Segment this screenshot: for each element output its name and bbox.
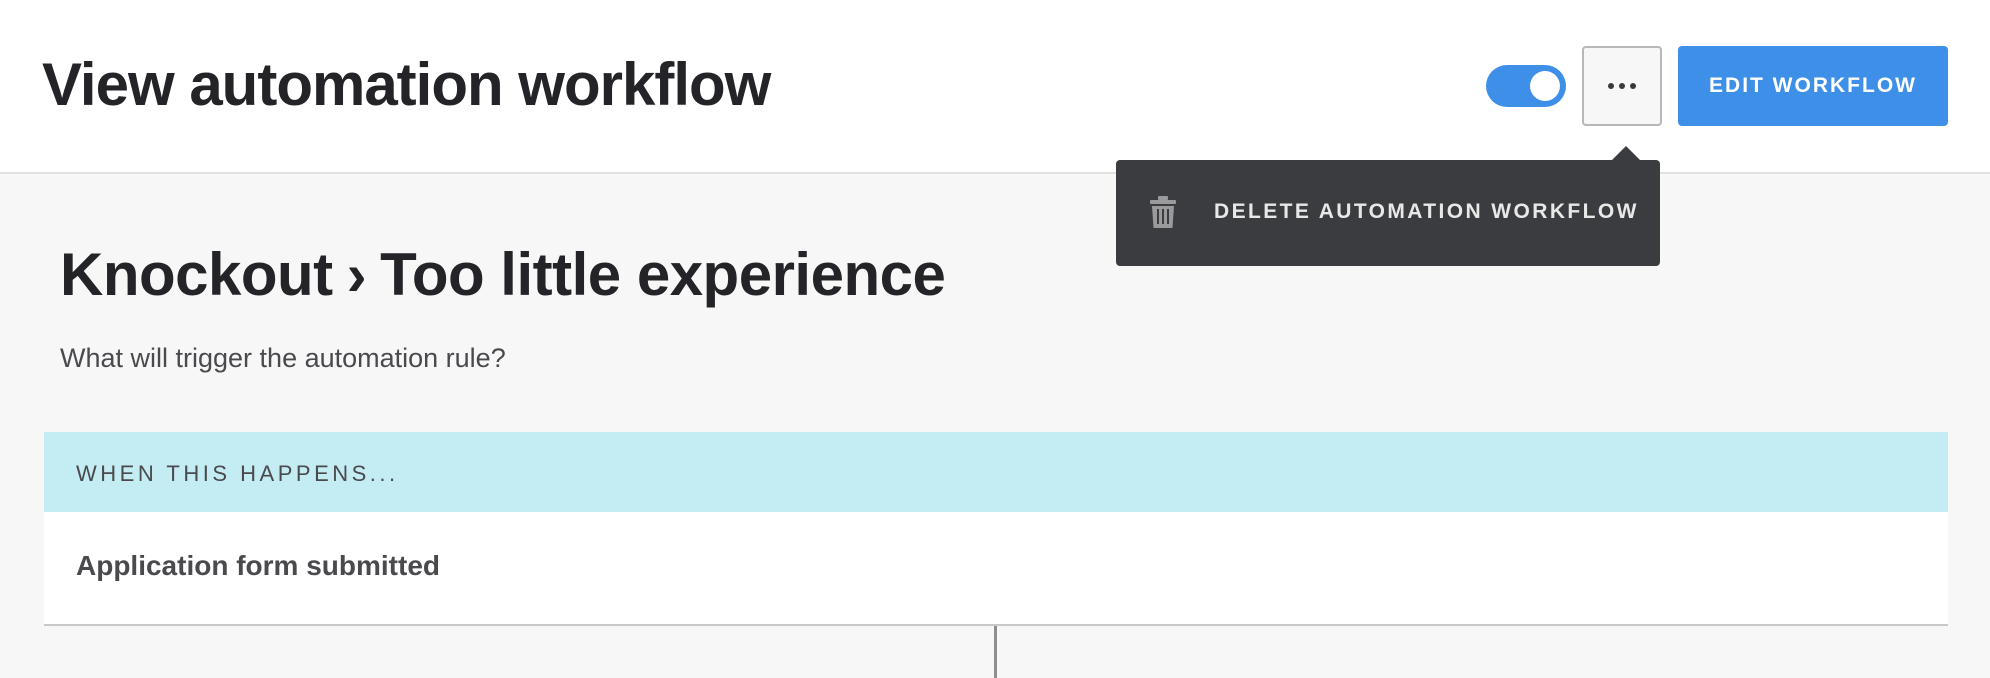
rule-subtitle: What will trigger the automation rule? bbox=[60, 343, 506, 373]
more-options-button[interactable] bbox=[1582, 46, 1662, 126]
rule-breadcrumb-title: Knockout › Too little experience bbox=[60, 240, 946, 309]
page-header: View automation workflow EDIT WORKFLOW bbox=[0, 0, 1990, 174]
workflow-connector-line bbox=[994, 626, 997, 678]
breadcrumb-current: Too little experience bbox=[380, 241, 946, 308]
toggle-knob bbox=[1530, 71, 1560, 101]
trigger-value: Application form submitted bbox=[76, 550, 440, 581]
options-dropdown-menu: DELETE AUTOMATION WORKFLOW bbox=[1116, 160, 1660, 266]
trigger-header-label: WHEN THIS HAPPENS... bbox=[76, 461, 399, 486]
trigger-header: WHEN THIS HAPPENS... bbox=[44, 432, 1948, 512]
edit-workflow-button[interactable]: EDIT WORKFLOW bbox=[1678, 46, 1948, 126]
breadcrumb-separator: › bbox=[346, 241, 367, 308]
trigger-card: WHEN THIS HAPPENS... Application form su… bbox=[44, 432, 1948, 626]
delete-workflow-label: DELETE AUTOMATION WORKFLOW bbox=[1214, 200, 1639, 223]
page-title: View automation workflow bbox=[42, 51, 771, 118]
more-horizontal-icon bbox=[1608, 83, 1636, 89]
delete-workflow-menu-item[interactable]: DELETE AUTOMATION WORKFLOW bbox=[1116, 160, 1660, 266]
breadcrumb-parent: Knockout bbox=[60, 241, 333, 308]
workflow-enabled-toggle[interactable] bbox=[1486, 65, 1566, 107]
trash-icon bbox=[1150, 196, 1176, 228]
